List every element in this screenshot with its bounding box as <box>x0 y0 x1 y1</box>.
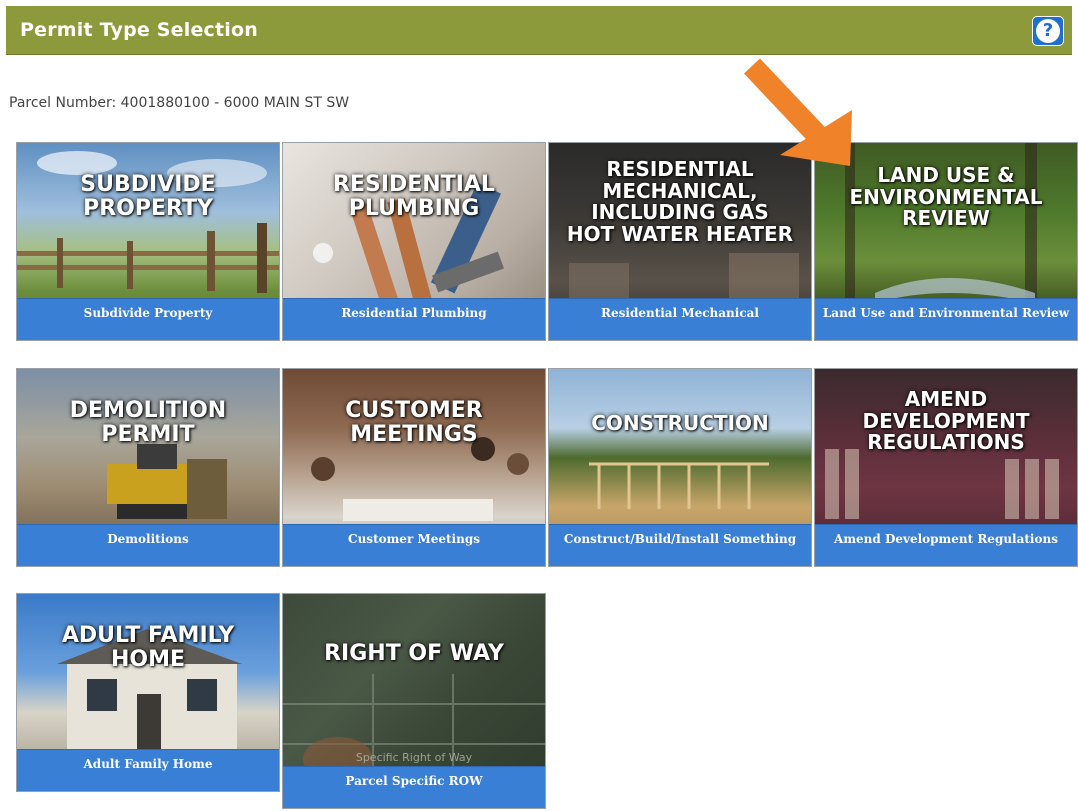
tile-residential-mechanical[interactable]: RESIDENTIAL MECHANICAL, INCLUDING GAS HO… <box>548 142 812 341</box>
tile-caption: Customer Meetings <box>283 524 545 566</box>
tile-customer-meetings[interactable]: CUSTOMER MEETINGS Customer Meetings <box>282 368 546 567</box>
tile-caption: Amend Development Regulations <box>815 524 1077 566</box>
tile-heading: AMEND DEVELOPMENT REGULATIONS <box>862 387 1030 455</box>
tile-heading: LAND USE & ENVIRONMENTAL REVIEW <box>849 163 1043 231</box>
tile-caption: Construct/Build/Install Something <box>549 524 811 566</box>
tile-heading: RESIDENTIAL MECHANICAL, INCLUDING GAS HO… <box>566 157 794 246</box>
tile-adult-family-home[interactable]: ADULT FAMILY HOME Adult Family Home <box>16 593 280 792</box>
tile-subdivide-property[interactable]: SUBDIVIDE PROPERTY Subdivide Property <box>16 142 280 341</box>
tile-subheading: Specific Right of Way <box>355 751 473 764</box>
tile-heading: SUBDIVIDE PROPERTY <box>80 172 216 221</box>
tile-caption: Residential Plumbing <box>283 298 545 340</box>
tile-heading: CUSTOMER MEETINGS <box>345 398 483 447</box>
tile-heading: DEMOLITION PERMIT <box>69 398 227 447</box>
tile-heading: RESIDENTIAL PLUMBING <box>333 172 495 221</box>
page-header: Permit Type Selection ? <box>6 6 1072 55</box>
tile-amend-development-regulations[interactable]: AMEND DEVELOPMENT REGULATIONS Amend Deve… <box>814 368 1078 567</box>
page-title: Permit Type Selection <box>20 19 258 41</box>
tile-heading: ADULT FAMILY HOME <box>61 623 235 672</box>
tile-caption: Residential Mechanical <box>549 298 811 340</box>
tile-land-use-environmental[interactable]: LAND USE & ENVIRONMENTAL REVIEW Land Use… <box>814 142 1078 341</box>
tile-demolition-permit[interactable]: DEMOLITION PERMIT Demolitions <box>16 368 280 567</box>
tile-construction[interactable]: CONSTRUCTION Construct/Build/Install Som… <box>548 368 812 567</box>
tile-heading: CONSTRUCTION <box>591 411 769 435</box>
tile-residential-plumbing[interactable]: RESIDENTIAL PLUMBING Residential Plumbin… <box>282 142 546 341</box>
help-button[interactable]: ? <box>1032 16 1064 46</box>
tile-caption: Subdivide Property <box>17 298 279 340</box>
parcel-number: Parcel Number: 4001880100 - 6000 MAIN ST… <box>9 95 350 111</box>
tile-caption: Parcel Specific ROW <box>283 766 545 808</box>
question-circle-icon: ? <box>1036 19 1060 43</box>
tile-caption: Demolitions <box>17 524 279 566</box>
tile-caption: Adult Family Home <box>17 749 279 791</box>
tile-caption: Land Use and Environmental Review <box>815 298 1077 340</box>
tile-heading: RIGHT OF WAY <box>324 641 504 666</box>
tile-right-of-way[interactable]: RIGHT OF WAY Specific Right of Way Parce… <box>282 593 546 809</box>
